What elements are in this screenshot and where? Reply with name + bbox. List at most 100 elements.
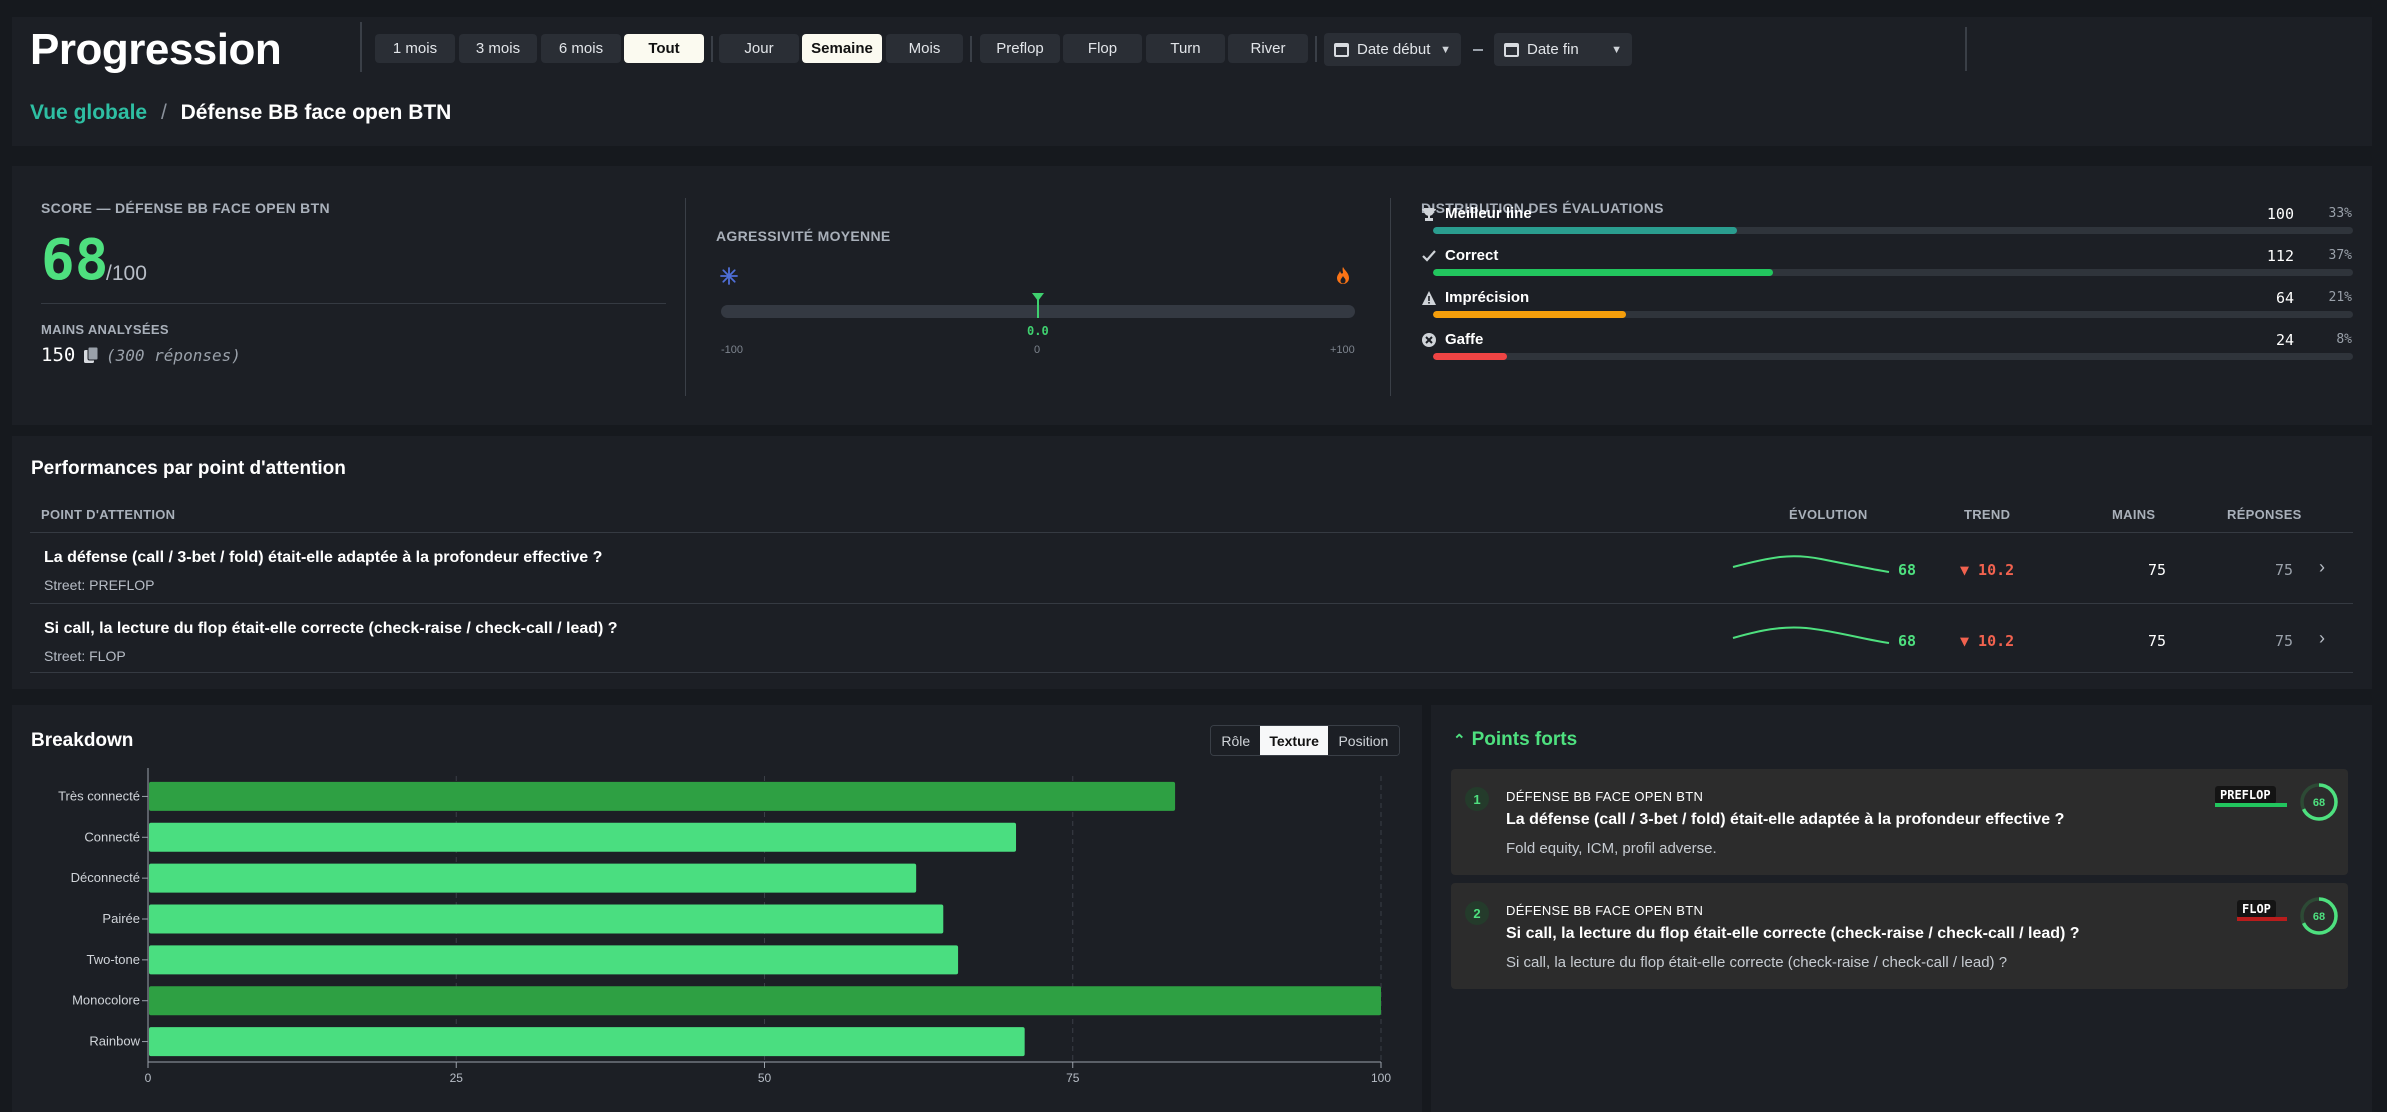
strengths-panel: ⌃ Points forts 1 DÉFENSE BB FACE OPEN BTN L… (1431, 705, 2372, 1112)
category-label: Pairée (102, 911, 140, 926)
street-turn-button[interactable]: Turn (1146, 34, 1225, 63)
strength-card[interactable]: 1 DÉFENSE BB FACE OPEN BTN La défense (cal… (1451, 769, 2348, 875)
strength-card[interactable]: 2 DÉFENSE BB FACE OPEN BTN Si call, la lec… (1451, 883, 2348, 989)
bar (149, 822, 1017, 852)
chevron-down-icon: ▼ (1611, 43, 1622, 56)
distribution-bar-fill (1433, 353, 1507, 360)
strength-rank: 2 (1465, 901, 1489, 925)
strength-question: Si call, la lecture du flop était-elle c… (1506, 925, 2080, 942)
category-label: Monocolore (72, 993, 140, 1008)
score-max: /100 (106, 262, 147, 285)
category-label: Two-tone (87, 952, 140, 967)
performance-title: Performances par point d'attention (31, 458, 346, 479)
distribution-item-name: Gaffe (1445, 331, 1484, 348)
hands-count: 150 (41, 344, 76, 366)
granularity-day-button[interactable]: Jour (719, 34, 799, 63)
column-header-evolution: ÉVOLUTION (1789, 507, 1868, 522)
breakdown-panel: Breakdown Rôle Texture Position 0 25 50 75 1… (12, 705, 1422, 1112)
street-tag: FLOP (2237, 900, 2276, 918)
distribution-bar (1433, 353, 2353, 360)
category-label: Rainbow (89, 1034, 140, 1049)
strengths-title[interactable]: ⌃ Points forts (1453, 729, 1577, 751)
date-start-label: Date début (1357, 41, 1431, 58)
cards-icon (84, 346, 99, 363)
strength-context: DÉFENSE BB FACE OPEN BTN (1506, 789, 1704, 804)
row-score: 68 (1898, 632, 1917, 650)
distribution-bar (1433, 227, 2353, 234)
period-1m-button[interactable]: 1 mois (375, 34, 455, 63)
header-divider (970, 36, 972, 62)
row-question: Si call, la lecture du flop était-elle c… (44, 620, 618, 637)
granularity-month-button[interactable]: Mois (886, 34, 963, 63)
row-responses: 75 (2275, 561, 2294, 579)
warning-icon (1421, 290, 1437, 306)
period-3m-button[interactable]: 3 mois (459, 34, 537, 63)
x-tick-label: 75 (1066, 1071, 1080, 1085)
score-panel: SCORE — DÉFENSE BB FACE OPEN BTN 68 /100… (12, 166, 2372, 425)
calendar-icon (1504, 42, 1519, 57)
chevron-right-icon[interactable]: › (2319, 557, 2325, 578)
date-end-picker[interactable]: Date fin ▼ (1494, 33, 1632, 66)
chevron-right-icon[interactable]: › (2319, 628, 2325, 649)
distribution-item-name: Correct (1445, 247, 1499, 264)
flame-icon (1337, 267, 1349, 284)
date-start-picker[interactable]: Date début ▼ (1324, 33, 1461, 66)
distribution-bar-fill (1433, 311, 1627, 318)
category-label: Connecté (84, 829, 140, 844)
row-score: 68 (1898, 561, 1917, 579)
table-row[interactable]: Si call, la lecture du flop était-elle c… (30, 603, 2353, 673)
street-tag: PREFLOP (2215, 786, 2276, 804)
aggressivity-needle (1037, 296, 1039, 318)
x-circle-icon (1421, 332, 1437, 348)
date-end-label: Date fin (1527, 41, 1579, 58)
aggressivity-value: 0.0 (1027, 324, 1049, 338)
strengths-title-label: Points forts (1471, 729, 1578, 750)
check-icon (1421, 248, 1437, 264)
trophy-icon (1421, 206, 1437, 222)
performance-panel: Performances par point d'attention POINT… (12, 436, 2372, 689)
table-row[interactable]: La défense (call / 3-bet / fold) était-e… (30, 532, 2353, 602)
bar (149, 904, 944, 934)
row-question: La défense (call / 3-bet / fold) était-e… (44, 549, 603, 566)
distribution-bar (1433, 269, 2353, 276)
street-preflop-button[interactable]: Preflop (980, 34, 1060, 63)
divider (41, 303, 666, 304)
bar (149, 1027, 1025, 1057)
distribution-item-count: 24 (2275, 331, 2294, 349)
row-trend: ▼ 10.2 (1960, 632, 2015, 650)
breadcrumb: Vue globale / Défense BB face open BTN (30, 101, 451, 125)
header-divider (1315, 36, 1317, 62)
breadcrumb-separator: / (160, 101, 167, 124)
category-label: Très connecté (58, 788, 140, 803)
distribution-bar (1433, 311, 2353, 318)
score-label: SCORE — DÉFENSE BB FACE OPEN BTN (41, 200, 330, 216)
street-river-button[interactable]: River (1228, 34, 1308, 63)
period-6m-button[interactable]: 6 mois (541, 34, 621, 63)
sparkline (1732, 626, 1890, 644)
chevron-up-icon: ⌃ (1453, 732, 1466, 749)
category-label: Déconnecté (71, 870, 140, 885)
chevron-down-icon: ▼ (1440, 43, 1451, 56)
row-responses: 75 (2275, 632, 2294, 650)
distribution-item-count: 64 (2275, 289, 2294, 307)
strength-question: La défense (call / 3-bet / fold) était-e… (1506, 811, 2065, 828)
period-all-button[interactable]: Tout (624, 34, 704, 63)
distribution-item-name: Imprécision (1445, 289, 1530, 306)
x-tick-label: 25 (450, 1071, 464, 1085)
street-flop-button[interactable]: Flop (1063, 34, 1142, 63)
distribution-item-name: Meilleur line (1445, 205, 1532, 222)
strength-description: Si call, la lecture du flop était-elle c… (1506, 954, 2008, 971)
breadcrumb-root-link[interactable]: Vue globale (30, 101, 147, 124)
aggressivity-max-label: +100 (1330, 344, 1355, 356)
strength-rank: 1 (1465, 787, 1489, 811)
row-street: Street: PREFLOP (44, 577, 155, 593)
divider (685, 198, 686, 396)
breakdown-chart: 0 25 50 75 100 Très connecté Connecté Déconnect… (58, 768, 1391, 1085)
granularity-week-button[interactable]: Semaine (802, 34, 882, 63)
hands-label: MAINS ANALYSÉES (41, 322, 169, 337)
row-mains: 75 (2148, 561, 2167, 579)
strength-context: DÉFENSE BB FACE OPEN BTN (1506, 903, 1704, 918)
column-header-responses: RÉPONSES (2227, 507, 2302, 522)
distribution-item-pct: 21% (2328, 290, 2352, 305)
x-tick-label: 50 (758, 1071, 772, 1085)
